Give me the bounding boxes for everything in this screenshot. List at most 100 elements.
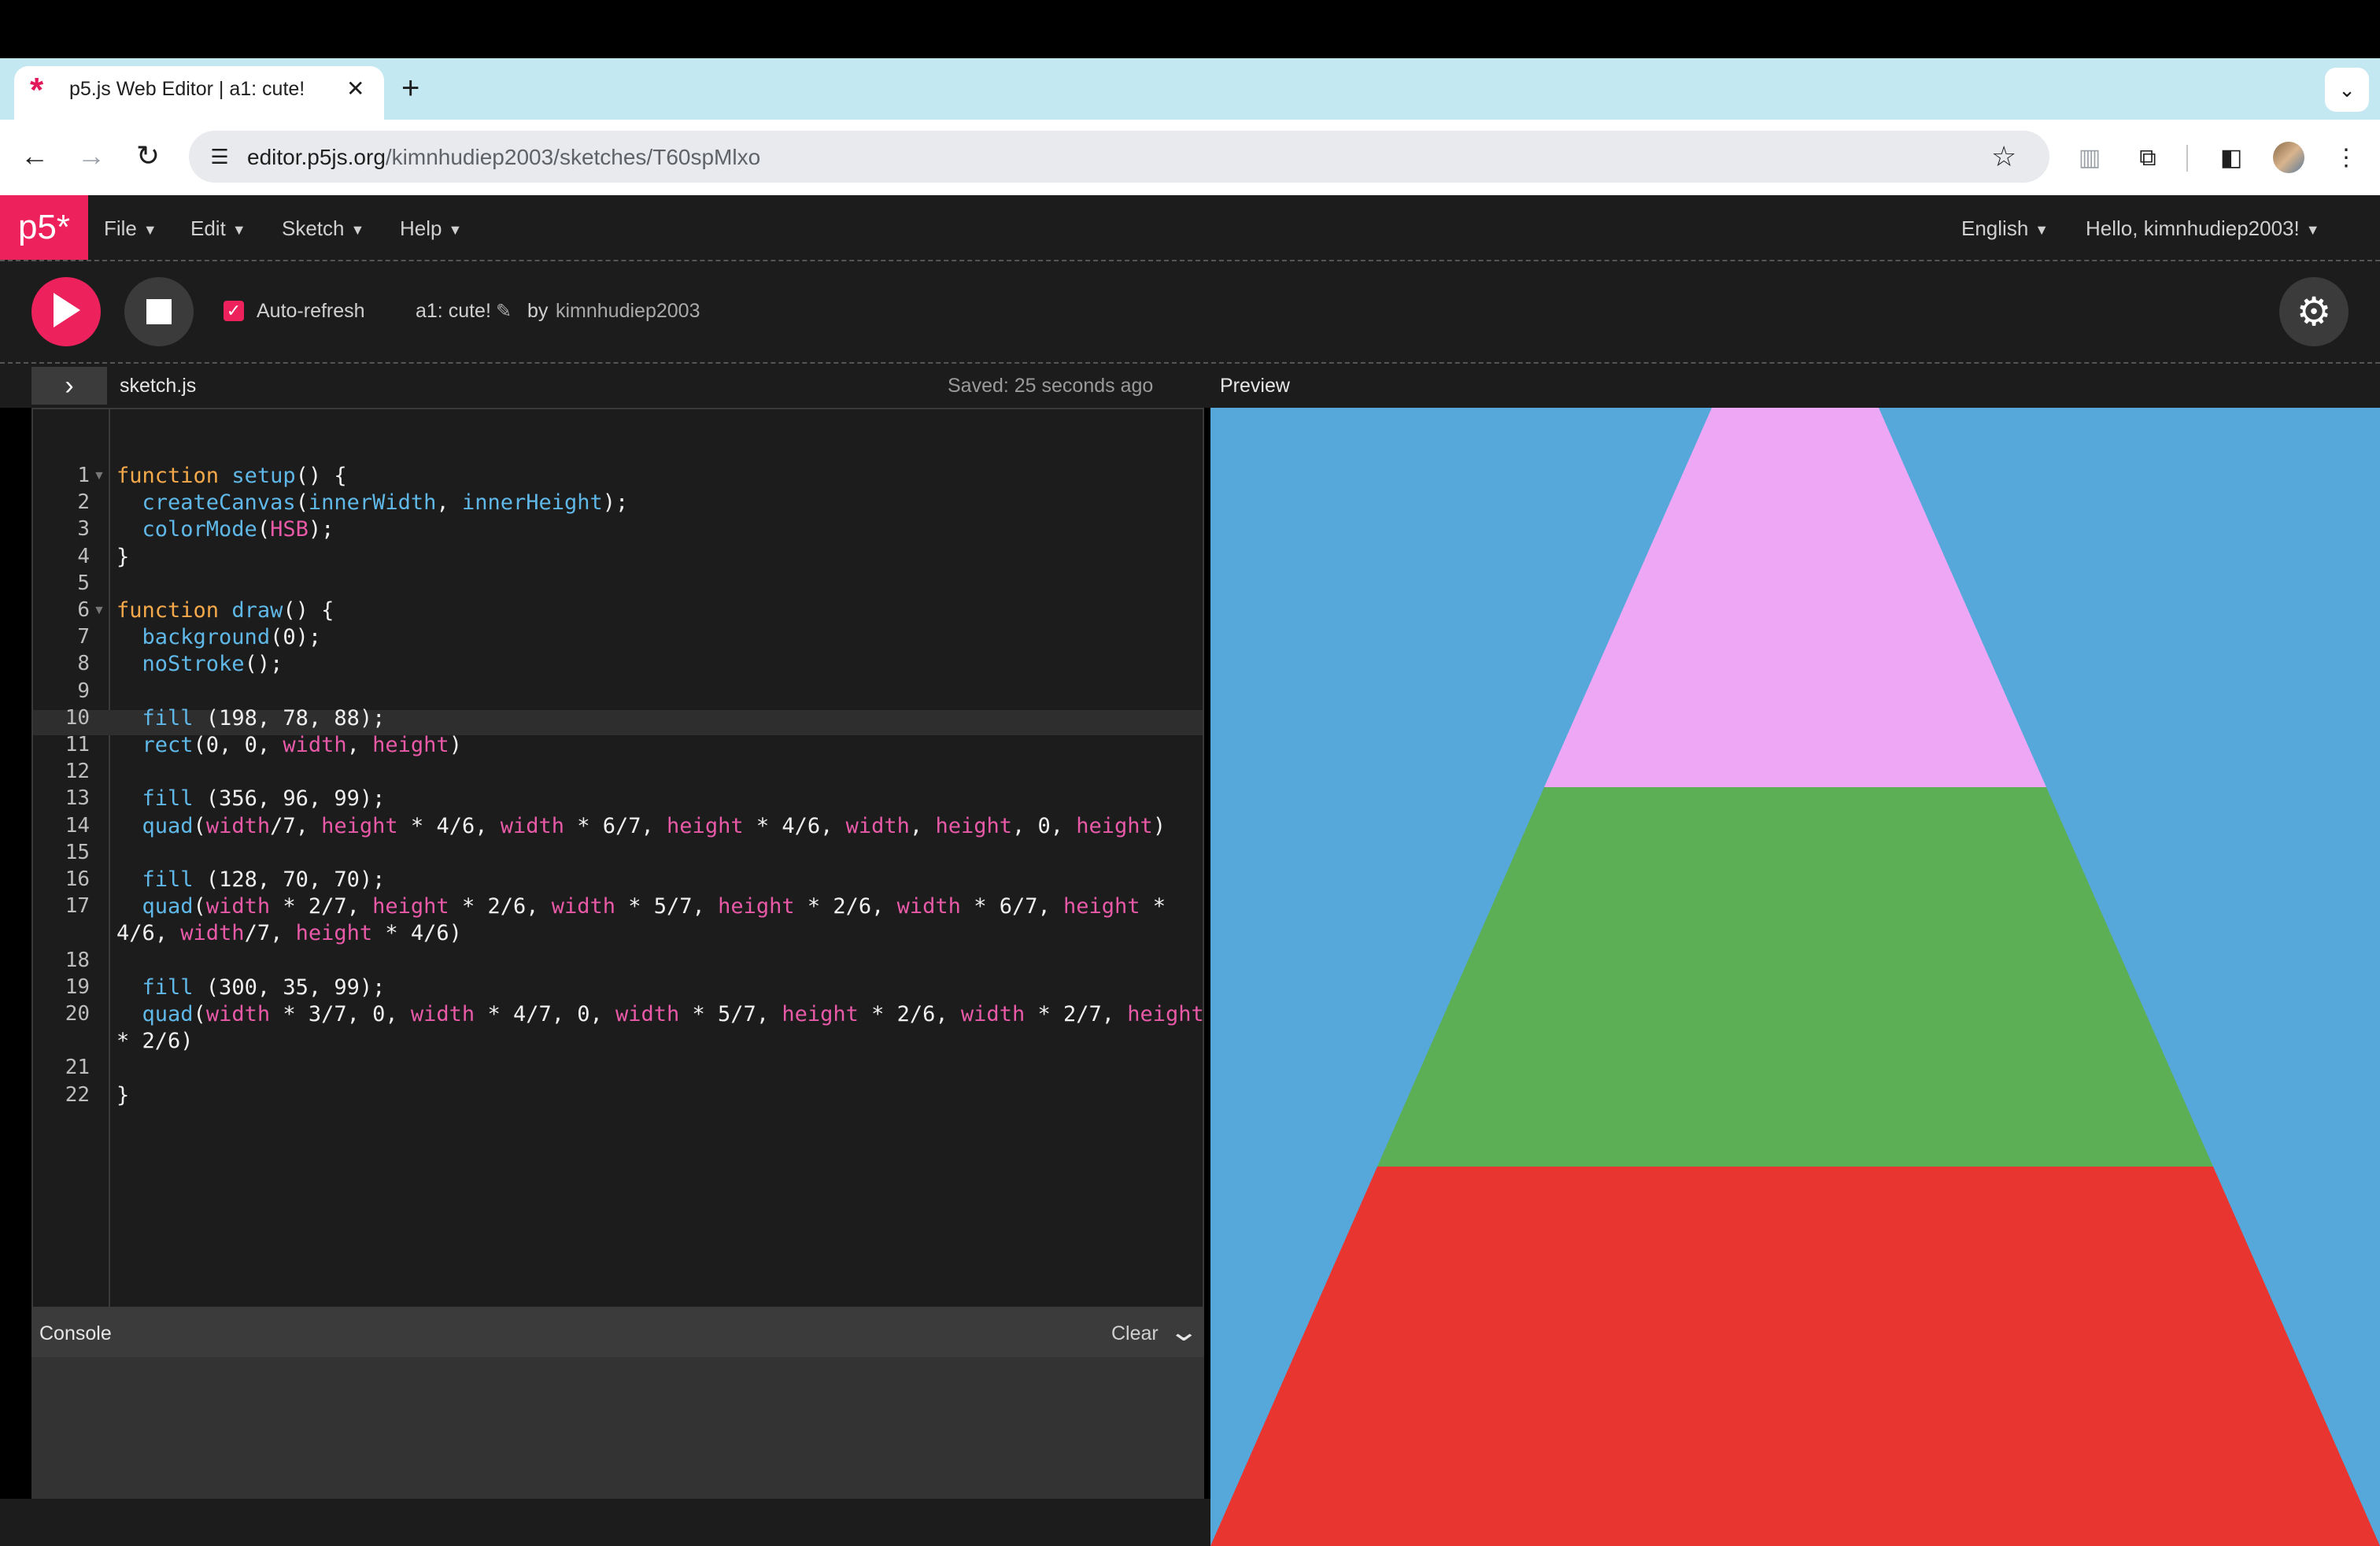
menu-file-label: File	[104, 216, 137, 240]
preview-canvas[interactable]	[1210, 408, 2380, 1546]
code-line[interactable]: * 2/6)	[116, 1028, 194, 1054]
line-number: 21	[65, 1056, 90, 1080]
line-number: 10	[65, 705, 90, 730]
code-line[interactable]: }	[116, 544, 129, 570]
code-line[interactable]: 4/6, width/7, height * 4/6)	[116, 920, 462, 946]
line-number: 8	[77, 652, 90, 676]
menu-sketch-label: Sketch	[282, 216, 345, 240]
line-number: 22	[65, 1082, 90, 1107]
sidebar-toggle-chevron-icon[interactable]: ›	[31, 367, 107, 405]
line-number: 3	[77, 517, 90, 542]
line-number: 6	[77, 598, 90, 622]
code-line[interactable]: quad(width/7, height * 4/6, width * 6/7,…	[116, 813, 1166, 839]
console-collapse-chevron-icon[interactable]: ⌄	[1168, 1315, 1199, 1349]
code-line[interactable]: noStroke();	[116, 651, 283, 677]
line-number: 11	[65, 733, 90, 756]
reading-mode-icon[interactable]: ▥	[2071, 140, 2108, 176]
new-tab-button[interactable]: +	[401, 71, 419, 105]
caret-down-icon: ▼	[2034, 222, 2049, 239]
line-number: 5	[77, 571, 90, 595]
back-button[interactable]: ←	[13, 134, 57, 178]
sketch-name[interactable]: a1: cute!	[416, 296, 491, 326]
menu-help[interactable]: Help ▼	[400, 211, 462, 247]
tab-title: p5.js Web Editor | a1: cute!	[69, 78, 305, 100]
code-line[interactable]: fill (128, 70, 70);	[116, 867, 386, 893]
caret-down-icon: ▼	[231, 222, 246, 239]
extensions-icon[interactable]: ⧉	[2130, 140, 2166, 176]
code-line[interactable]: createCanvas(innerWidth, innerHeight);	[116, 490, 629, 516]
browser-menu-icon[interactable]: ⋮	[2328, 140, 2364, 176]
tab-close-icon[interactable]: ✕	[346, 76, 364, 102]
line-number: 17	[65, 894, 90, 919]
line-number: 18	[65, 948, 90, 972]
p5-logo[interactable]: p5*	[0, 195, 88, 260]
code-line[interactable]: fill (356, 96, 99);	[116, 786, 386, 812]
caret-down-icon: ▼	[350, 222, 365, 239]
auto-refresh-label: Auto-refresh	[257, 300, 365, 322]
stop-icon	[146, 299, 172, 324]
caret-down-icon: ▼	[142, 222, 157, 239]
menu-help-label: Help	[400, 216, 442, 240]
url-host: editor.p5js.org	[247, 145, 386, 169]
code-line[interactable]: rect(0, 0, width, height)	[116, 732, 462, 758]
line-number: 2	[77, 490, 90, 515]
by-label: by	[527, 300, 549, 322]
toolbar-divider	[2186, 145, 2188, 172]
language-label: English	[1961, 216, 2029, 240]
line-number: 4	[77, 544, 90, 568]
menu-file[interactable]: File ▼	[104, 211, 157, 247]
code-line[interactable]: quad(width * 2/7, height * 2/6, width * …	[116, 893, 1166, 919]
line-number: 20	[65, 1002, 90, 1026]
auto-refresh-checkbox[interactable]: ✓	[224, 301, 244, 321]
code-line[interactable]: background(0);	[116, 624, 322, 650]
line-number: 13	[65, 786, 90, 811]
line-number: 16	[65, 867, 90, 891]
code-line[interactable]: function draw() {	[116, 597, 334, 623]
menu-sketch[interactable]: Sketch ▼	[282, 211, 364, 247]
line-number: 12	[65, 760, 90, 784]
console-output[interactable]	[31, 1357, 1204, 1499]
site-info-icon[interactable]: ☰	[201, 139, 238, 175]
user-menu[interactable]: Hello, kimnhudiep2003! ▼	[2086, 211, 2320, 247]
reload-button[interactable]: ↻	[126, 134, 170, 178]
line-number: 15	[65, 840, 90, 864]
caret-down-icon: ▼	[2305, 222, 2320, 239]
p5-favicon-icon: *	[30, 71, 44, 109]
code-line[interactable]: fill (198, 78, 88);	[116, 705, 386, 731]
screen-top-bar	[0, 0, 2380, 58]
console-clear-button[interactable]: Clear	[1111, 1319, 1159, 1348]
side-panel-icon[interactable]: ◧	[2213, 140, 2249, 176]
preview-header	[1210, 364, 2380, 408]
menu-edit[interactable]: Edit ▼	[190, 211, 246, 247]
settings-gear-icon[interactable]: ⚙	[2279, 277, 2349, 346]
line-number: 7	[77, 625, 90, 649]
profile-avatar[interactable]	[2273, 142, 2304, 173]
url-text[interactable]: editor.p5js.org/kimnhudiep2003/sketches/…	[247, 142, 760, 173]
bookmark-star-icon[interactable]: ☆	[1991, 139, 2016, 175]
url-path: /kimnhudiep2003/sketches/T60spMlxo	[385, 145, 761, 169]
forward-button[interactable]: →	[69, 134, 113, 178]
caret-down-icon: ▼	[448, 222, 463, 239]
code-editor[interactable]	[31, 408, 1204, 1308]
play-icon	[54, 293, 80, 327]
console-header	[31, 1308, 1204, 1357]
line-number: 9	[77, 679, 90, 703]
code-line[interactable]: }	[116, 1082, 129, 1108]
pencil-icon[interactable]: ✎	[496, 298, 512, 326]
language-menu[interactable]: English ▼	[1961, 211, 2049, 247]
menu-edit-label: Edit	[190, 216, 226, 240]
author-link[interactable]: kimnhudiep2003	[556, 296, 700, 326]
fold-toggle-icon[interactable]: ▼	[93, 463, 105, 489]
code-line[interactable]: quad(width * 3/7, 0, width * 4/7, 0, wid…	[116, 1001, 1204, 1027]
code-line[interactable]: fill (300, 35, 99);	[116, 975, 386, 1000]
line-number: 19	[65, 975, 90, 999]
tab-search-button[interactable]: ⌄	[2325, 68, 2369, 112]
line-number: 1	[77, 464, 90, 487]
preview-label: Preview	[1220, 375, 1290, 397]
bottom-red-quad	[1210, 1167, 2380, 1546]
file-name: sketch.js	[120, 375, 197, 397]
code-line[interactable]: function setup() {	[116, 463, 347, 489]
fold-toggle-icon[interactable]: ▼	[93, 597, 105, 623]
code-line[interactable]: colorMode(HSB);	[116, 516, 334, 542]
saved-status: Saved: 25 seconds ago	[948, 375, 1154, 397]
